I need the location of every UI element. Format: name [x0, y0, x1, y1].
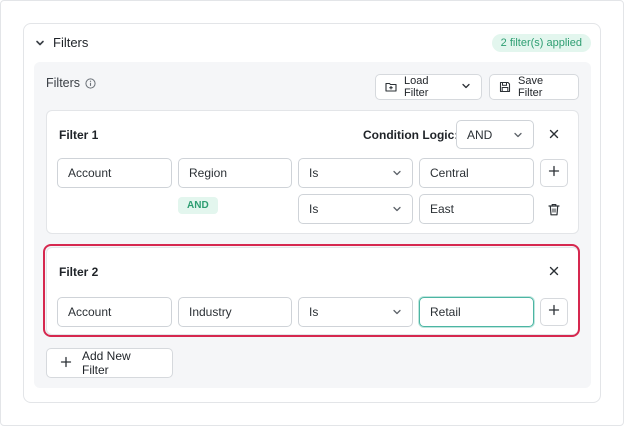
chevron-down-icon: [392, 204, 402, 214]
save-filter-label: Save Filter: [518, 75, 544, 99]
operator-select[interactable]: Is: [298, 194, 413, 224]
chevron-down-icon: [392, 307, 402, 317]
trash-icon[interactable]: [547, 202, 561, 216]
value-input[interactable]: East: [419, 194, 534, 224]
entity-value: Account: [68, 305, 112, 319]
entity-value: Account: [68, 166, 112, 180]
field-value: Industry: [189, 305, 232, 319]
add-new-filter-label: Add New Filter: [82, 349, 131, 377]
chevron-down-icon: [513, 130, 523, 140]
field-select[interactable]: Industry: [178, 297, 292, 327]
filter-1-title: Filter 1: [59, 128, 99, 142]
filters-label-text: Filters: [46, 76, 81, 90]
add-condition-button[interactable]: [540, 298, 568, 326]
chevron-down-icon: [392, 168, 402, 178]
chevron-down-icon[interactable]: [34, 37, 46, 49]
load-filter-button[interactable]: Load Filter: [375, 74, 482, 100]
operator-value: Is: [309, 166, 319, 180]
panel-title: Filters: [53, 35, 89, 50]
condition-logic-select[interactable]: AND: [456, 120, 534, 149]
value-input[interactable]: Retail: [419, 297, 534, 327]
field-value: Region: [189, 166, 228, 180]
field-select[interactable]: Region: [178, 158, 292, 188]
chevron-down-icon: [461, 81, 472, 93]
plus-icon: [548, 303, 560, 321]
load-filter-label: Load Filter: [404, 75, 429, 99]
value-input[interactable]: Central: [419, 158, 534, 188]
save-icon: [499, 81, 511, 93]
filter-card-1: Filter 1 Condition Logic: AND Account Re…: [46, 110, 579, 234]
operator-value: Is: [309, 202, 319, 216]
value-text: Central: [430, 166, 469, 180]
folder-plus-icon: [385, 81, 397, 93]
operator-value: Is: [309, 305, 319, 319]
save-filter-button[interactable]: Save Filter: [489, 74, 579, 100]
operator-select[interactable]: Is: [298, 158, 413, 188]
add-new-filter-button[interactable]: Add New Filter: [46, 348, 173, 378]
info-icon[interactable]: [85, 77, 96, 89]
filters-panel-header: Filters 2 filter(s) applied: [24, 24, 600, 62]
plus-icon: [60, 356, 72, 371]
entity-select[interactable]: Account: [57, 297, 172, 327]
operator-select[interactable]: Is: [298, 297, 413, 327]
filters-panel: Filters 2 filter(s) applied Filters Load…: [23, 23, 601, 403]
add-condition-button[interactable]: [540, 159, 568, 187]
and-badge: AND: [178, 197, 218, 214]
value-text: Retail: [430, 305, 461, 319]
entity-select[interactable]: Account: [57, 158, 172, 188]
applied-count-badge: 2 filter(s) applied: [491, 34, 591, 52]
plus-icon: [548, 164, 560, 182]
filter-card-2: Filter 2 Account Industry Is Retail: [46, 247, 579, 335]
filters-label: Filters: [46, 76, 96, 90]
filter-2-title: Filter 2: [59, 265, 99, 279]
filters-body: Filters Load Filter Save Filter Filter 1…: [34, 62, 591, 388]
close-icon[interactable]: [547, 264, 561, 278]
condition-logic-value: AND: [467, 127, 493, 142]
close-icon[interactable]: [547, 127, 561, 141]
condition-logic-label: Condition Logic:: [363, 128, 459, 142]
value-text: East: [430, 202, 455, 216]
